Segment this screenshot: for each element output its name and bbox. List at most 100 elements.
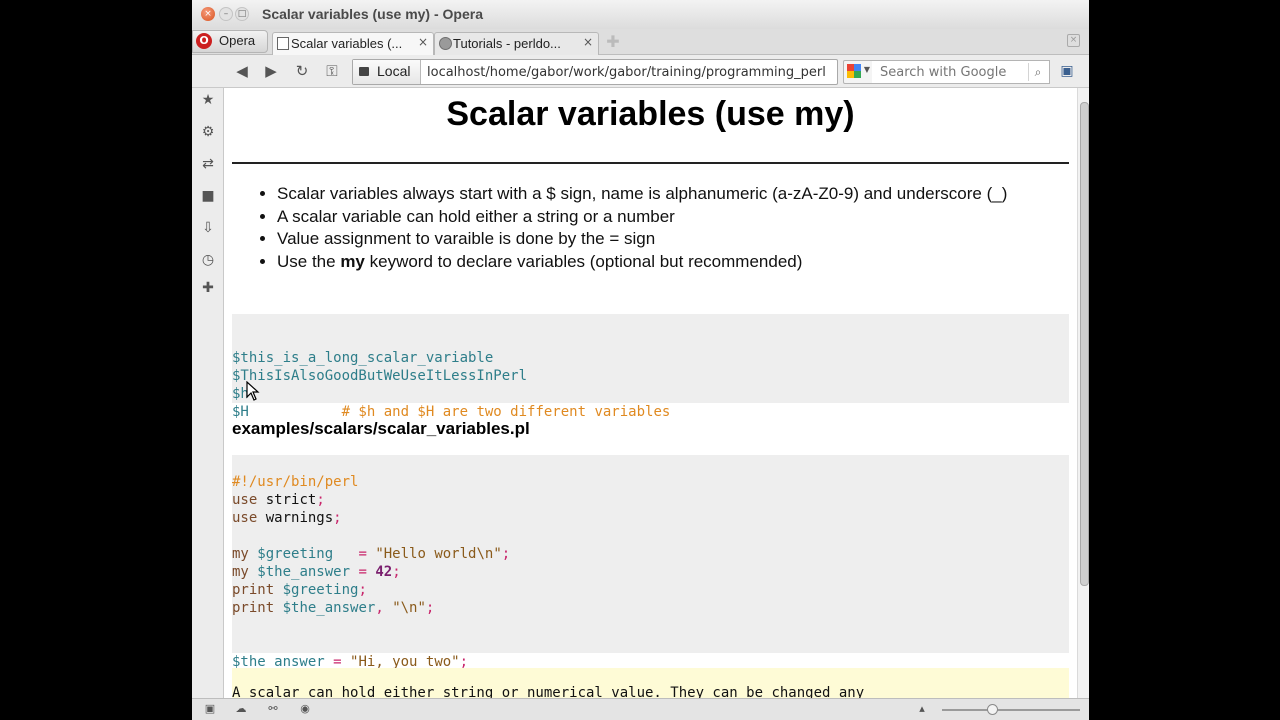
unite-icon[interactable]: ⚯ <box>266 702 280 716</box>
bullet-item: Value assignment to varaible is done by … <box>277 228 1067 251</box>
code-block-example: #!/usr/bin/perl use strict; use warnings; m… <box>232 455 1069 670</box>
code-token: print <box>232 600 275 616</box>
code-token: $the_answer <box>282 600 376 616</box>
back-icon[interactable]: ◀ <box>231 60 253 82</box>
code-token: ; <box>392 564 401 580</box>
code-comment: # $h and $H are two different variables <box>341 404 671 420</box>
address-bar[interactable]: Local <box>352 59 838 85</box>
note-text: A scalar can hold either string or numer… <box>232 685 865 698</box>
tab-close-icon[interactable]: × <box>418 35 428 49</box>
code-token: "\n" <box>392 600 426 616</box>
code-token: ; <box>333 510 342 526</box>
add-panel-icon[interactable]: ✚ <box>199 279 217 297</box>
window-maximize-button[interactable]: □ <box>235 7 249 21</box>
page-icon <box>277 37 289 50</box>
history-clock-icon[interactable]: ◷ <box>199 251 217 269</box>
zoom-slider-thumb[interactable] <box>987 704 998 715</box>
share-icon[interactable]: ⇄ <box>199 155 217 173</box>
downloads-icon[interactable]: ⇩ <box>199 219 217 237</box>
security-label: Local <box>377 63 411 79</box>
view-menu-icon[interactable]: ▴ <box>915 702 929 716</box>
search-engine-select[interactable]: ▼ <box>843 60 873 84</box>
settings-gear-icon[interactable]: ⚙ <box>199 123 217 141</box>
code-token: $greeting <box>282 582 359 598</box>
panel-toggle-icon[interactable]: ▣ <box>203 702 217 716</box>
tab-bar: O Opera Scalar variables (... × Tutorial… <box>192 29 1089 55</box>
code-token: my <box>232 564 249 580</box>
mouse-cursor-icon <box>246 381 260 401</box>
extensions-icon[interactable]: ▣ <box>1058 62 1076 80</box>
bookmarks-star-icon[interactable]: ★ <box>199 91 217 109</box>
code-line: $h <box>232 386 249 402</box>
tab-title: Tutorials - perldo... <box>453 36 561 51</box>
search-input[interactable] <box>880 61 1020 83</box>
window-close-button[interactable]: × <box>201 7 215 21</box>
bullet-text: Use the <box>277 251 341 271</box>
code-token: warnings <box>265 510 334 526</box>
vertical-scrollbar[interactable] <box>1077 88 1089 698</box>
opera-logo-icon: O <box>196 33 212 49</box>
search-icon[interactable]: ⌕ <box>1028 63 1047 81</box>
code-token: my <box>232 546 249 562</box>
code-token: $the_answer <box>257 564 351 580</box>
code-token: print <box>232 582 275 598</box>
tab-scalar-variables[interactable]: Scalar variables (... × <box>272 32 434 55</box>
code-token: = <box>358 546 367 562</box>
code-line: $this_is_a_long_scalar_variable <box>232 350 494 366</box>
scrollbar-thumb[interactable] <box>1080 102 1089 586</box>
forward-icon[interactable]: ▶ <box>260 60 282 82</box>
side-panel: ★ ⚙ ⇄ ■ ⇩ ◷ ✚ <box>192 88 224 698</box>
bullet-text: keyword to declare variables (optional b… <box>364 251 803 271</box>
zoom-slider[interactable] <box>942 709 1080 711</box>
code-line: my $greeting = "Hello world\n"; <box>232 545 1069 563</box>
chevron-down-icon: ▼ <box>863 65 870 74</box>
bullet-item: Scalar variables always start with a $ s… <box>277 183 1067 206</box>
window-title: Scalar variables (use my) - Opera <box>262 6 483 22</box>
code-block-variables: $this_is_a_long_scalar_variable $ThisIsAl… <box>232 314 1069 420</box>
code-line: print $greeting; <box>232 581 1069 599</box>
tab-close-icon[interactable]: × <box>583 35 593 49</box>
divider <box>232 162 1069 164</box>
note-box: A scalar can hold either string or numer… <box>232 668 1069 698</box>
cloud-icon[interactable]: ☁ <box>234 702 248 716</box>
code-token: $greeting <box>257 546 334 562</box>
reload-icon[interactable]: ↻ <box>291 60 313 82</box>
code-token: "Hello world\n" <box>375 546 502 562</box>
bullet-item: A scalar variable can hold either a stri… <box>277 206 1067 229</box>
address-input[interactable] <box>427 60 833 84</box>
new-tab-icon[interactable]: ✚ <box>605 34 621 50</box>
example-filename: examples/scalars/scalar_variables.pl <box>232 419 530 438</box>
tab-tutorials[interactable]: Tutorials - perldo... × <box>434 32 599 55</box>
window-minimize-button[interactable]: – <box>219 7 233 21</box>
code-token: ; <box>501 546 511 562</box>
turbo-icon[interactable]: ◉ <box>298 702 312 716</box>
google-icon <box>847 64 861 78</box>
code-line: use strict; <box>232 491 1069 509</box>
notes-icon[interactable]: ■ <box>199 187 217 205</box>
code-line: use warnings; <box>232 509 1069 527</box>
code-token: ; <box>425 600 435 616</box>
keyword-my: my <box>340 251 365 271</box>
closed-tabs-icon[interactable]: × <box>1067 34 1080 47</box>
security-badge[interactable]: Local <box>353 60 421 84</box>
code-line: print $the_answer, "\n"; <box>232 599 1069 617</box>
code-line: $ThisIsAlsoGoodButWeUseItLessInPerl <box>232 368 528 384</box>
opera-menu-label: Opera <box>219 33 256 48</box>
bullet-item: Use the my keyword to declare variables … <box>277 251 1067 274</box>
search-box[interactable]: ⌕ <box>872 60 1050 84</box>
local-page-icon <box>359 67 369 76</box>
code-token: strict <box>265 492 317 508</box>
code-token: use <box>232 510 258 526</box>
page-content: Scalar variables (use my) Scalar variabl… <box>224 88 1077 698</box>
code-token: 42 <box>375 564 393 580</box>
tab-title: Scalar variables (... <box>291 36 403 51</box>
code-token: ; <box>358 582 367 598</box>
bullet-list: Scalar variables always start with a $ s… <box>269 183 1067 273</box>
key-icon[interactable]: ⚿ <box>321 60 343 82</box>
code-token: , <box>375 600 384 616</box>
opera-menu-button[interactable]: O Opera <box>192 30 268 53</box>
code-token: = <box>358 564 367 580</box>
code-line: my $the_answer = 42; <box>232 563 1069 581</box>
title-bar: × – □ Scalar variables (use my) - Opera <box>192 0 1089 30</box>
